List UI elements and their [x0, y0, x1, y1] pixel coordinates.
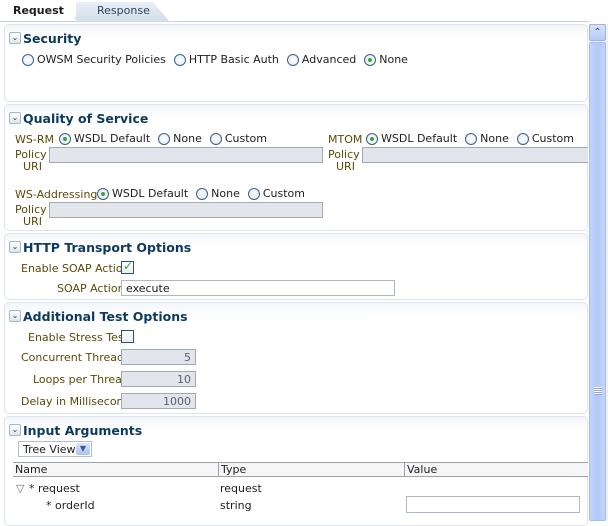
chevron-down-icon[interactable]: ⌄: [9, 241, 21, 253]
loops-per-thread-label: Loops per Thread: [33, 373, 129, 386]
wsa-policy-uri-input[interactable]: [49, 202, 323, 218]
loops-per-thread-input[interactable]: 10: [121, 371, 196, 387]
concurrent-threads-label: Concurrent Threads: [21, 351, 130, 364]
enable-soap-action-label: Enable SOAP Action: [21, 262, 130, 275]
radio-mtom-wsdl-default[interactable]: WSDL Default: [366, 132, 457, 145]
wsrm-policy-uri-input[interactable]: [49, 147, 323, 163]
security-radio-group: OWSM Security Policies HTTP Basic Auth A…: [22, 53, 416, 66]
http-header[interactable]: ⌄ HTTP Transport Options: [9, 238, 191, 256]
mtom-label: MTOM: [328, 133, 363, 146]
input-header[interactable]: ⌄ Input Arguments: [9, 421, 142, 439]
panel-title: Input Arguments: [23, 422, 143, 438]
mtom-uri-label: URI: [336, 160, 355, 173]
radio-wsrm-custom[interactable]: Custom: [209, 132, 267, 145]
additional-test-panel: ⌄ Additional Test Options Enable Stress …: [4, 302, 588, 414]
wsa-uri-label: URI: [23, 215, 42, 228]
column-header-name[interactable]: Name: [13, 463, 218, 476]
radio-none[interactable]: None: [364, 53, 408, 66]
http-transport-panel: ⌄ HTTP Transport Options Enable SOAP Act…: [4, 233, 588, 300]
grip-icon: [594, 387, 602, 395]
radio-advanced[interactable]: Advanced: [286, 53, 356, 66]
delay-ms-label: Delay in Milliseconds: [21, 395, 137, 408]
scroll-up-button[interactable]: ⌃: [589, 24, 606, 41]
enable-stress-test-label: Enable Stress Test: [28, 331, 128, 344]
radio-mtom-none[interactable]: None: [465, 132, 509, 145]
wsrm-label: WS-RM: [15, 133, 54, 146]
chevron-down-icon[interactable]: ▼: [76, 443, 90, 455]
vertical-scrollbar[interactable]: ⌃: [589, 24, 608, 521]
security-panel: ⌄ Security OWSM Security Policies HTTP B…: [4, 24, 588, 102]
orderid-value-input[interactable]: [406, 496, 580, 513]
additional-header[interactable]: ⌄ Additional Test Options: [9, 307, 188, 325]
row-type: string: [220, 499, 252, 512]
radio-wsa-custom[interactable]: Custom: [247, 187, 305, 200]
checkmark-icon: ✓: [123, 259, 134, 273]
radio-http-basic-auth[interactable]: HTTP Basic Auth: [173, 53, 279, 66]
radio-wsa-wsdl-default[interactable]: WSDL Default: [97, 187, 188, 200]
panel-title: HTTP Transport Options: [23, 239, 192, 255]
column-header-type[interactable]: Type: [218, 463, 404, 476]
enable-stress-test-checkbox[interactable]: [121, 330, 134, 343]
wsrm-uri-label: URI: [23, 160, 42, 173]
soap-action-input[interactable]: execute: [121, 280, 395, 296]
chevron-down-icon[interactable]: ⌄: [9, 112, 21, 124]
security-header[interactable]: ⌄ Security: [9, 29, 81, 47]
wsrm-radio-group: WSDL Default None Custom: [59, 132, 275, 145]
row-name: * orderId: [46, 499, 95, 512]
radio-owsm[interactable]: OWSM Security Policies: [22, 53, 166, 66]
panel-title: Additional Test Options: [23, 308, 188, 324]
qos-header[interactable]: ⌄ Quality of Service: [9, 109, 148, 127]
radio-wsa-none[interactable]: None: [196, 187, 240, 200]
tab-response[interactable]: Response: [76, 2, 170, 22]
wsaddressing-radio-group: WSDL Default None Custom: [97, 187, 313, 200]
panel-title: Quality of Service: [23, 110, 149, 126]
chevron-up-icon: ⌃: [593, 27, 602, 38]
view-select[interactable]: Tree View ▼: [18, 441, 92, 457]
chevron-down-icon[interactable]: ⌄: [9, 424, 21, 436]
panel-title: Security: [23, 30, 82, 46]
table-header: Name Type Value: [13, 462, 588, 477]
scroll-thumb[interactable]: [589, 42, 606, 521]
chevron-down-icon[interactable]: ⌄: [9, 310, 21, 322]
tab-request[interactable]: Request: [13, 2, 64, 22]
radio-wsrm-none[interactable]: None: [158, 132, 202, 145]
concurrent-threads-input[interactable]: 5: [121, 349, 196, 365]
triangle-down-icon[interactable]: ▽: [16, 482, 24, 495]
enable-soap-action-checkbox[interactable]: ✓: [121, 259, 134, 274]
wsaddressing-label: WS-Addressing: [15, 188, 98, 201]
radio-mtom-custom[interactable]: Custom: [516, 132, 574, 145]
tab-bar: Request Response: [0, 0, 590, 22]
radio-wsrm-wsdl-default[interactable]: WSDL Default: [59, 132, 150, 145]
column-header-value[interactable]: Value: [404, 463, 588, 476]
mtom-policy-uri-input[interactable]: [362, 147, 588, 163]
chevron-down-icon[interactable]: ⌄: [9, 32, 21, 44]
delay-ms-input[interactable]: 1000: [121, 393, 196, 409]
qos-panel: ⌄ Quality of Service WS-RM WSDL Default …: [4, 104, 588, 231]
row-name: * request: [29, 482, 80, 495]
row-type: request: [220, 482, 262, 495]
mtom-radio-group: WSDL Default None Custom: [366, 132, 582, 145]
soap-action-label: SOAP Action: [57, 282, 125, 295]
